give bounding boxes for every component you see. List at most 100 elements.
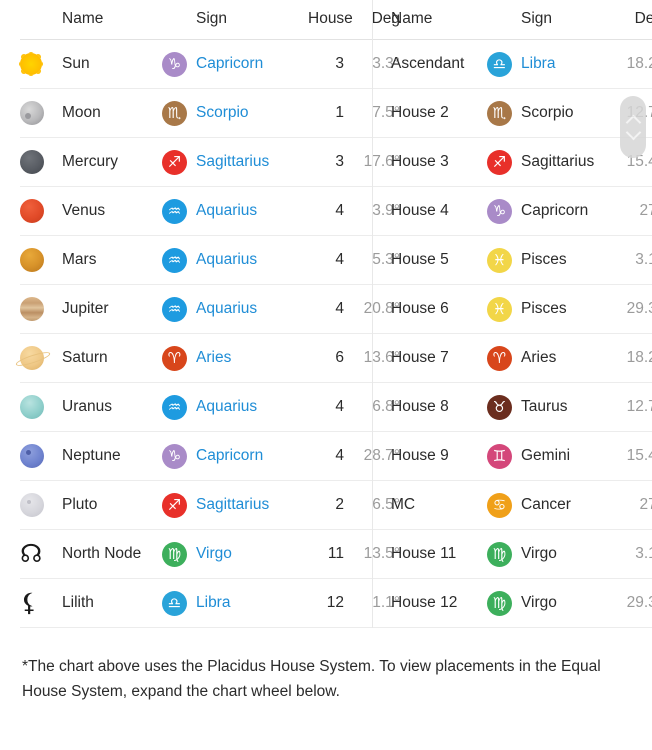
planet-name-cell: Lilith bbox=[62, 578, 162, 628]
gemini-icon: ♊ bbox=[487, 443, 512, 469]
sign-link[interactable]: Capricorn bbox=[196, 447, 263, 464]
planet-row[interactable]: Pluto ♐ Sagittarius 2 6.5° bbox=[20, 480, 414, 530]
libra-icon: ♎ bbox=[162, 590, 187, 616]
house-row[interactable]: Ascendant ♎ Libra 18.2° bbox=[391, 39, 652, 89]
sign-name-cell[interactable]: Libra bbox=[196, 578, 308, 628]
planet-icon-cell bbox=[20, 137, 62, 187]
sign-name-cell[interactable]: Sagittarius bbox=[196, 137, 308, 187]
house-row[interactable]: House 5 ♓ Pisces 3.1° bbox=[391, 235, 652, 285]
sign-name-cell[interactable]: Capricorn bbox=[196, 39, 308, 89]
sign-link[interactable]: Aquarius bbox=[196, 300, 257, 317]
sign-name-cell[interactable]: Aries bbox=[196, 333, 308, 383]
planet-name-cell: Pluto bbox=[62, 480, 162, 530]
sign-link[interactable]: Sagittarius bbox=[196, 153, 269, 170]
sign-link[interactable]: Aries bbox=[196, 349, 231, 366]
sign-link[interactable]: Scorpio bbox=[196, 104, 249, 121]
capricorn-icon: ♑ bbox=[487, 198, 512, 224]
house-number: 4 bbox=[335, 202, 344, 219]
degree-cell: 18.2° bbox=[607, 39, 652, 89]
sign-icon-cell: ♒ bbox=[162, 186, 196, 236]
house-row[interactable]: House 8 ♉ Taurus 12.7° bbox=[391, 382, 652, 432]
planet-icon-cell bbox=[20, 431, 62, 481]
house-name-cell: House 8 bbox=[391, 382, 487, 432]
planet-row[interactable]: Sun ♑ Capricorn 3 3.3° bbox=[20, 39, 414, 89]
degree-value: 27° bbox=[639, 202, 652, 219]
house-name-cell: House 11 bbox=[391, 529, 487, 579]
sign-name-cell[interactable]: Aquarius bbox=[196, 186, 308, 236]
sign-icon-cell: ♏ bbox=[487, 88, 521, 138]
sign-icon-cell: ♊ bbox=[487, 431, 521, 481]
house-number: 2 bbox=[335, 496, 344, 513]
sign-link[interactable]: Aquarius bbox=[196, 251, 257, 268]
degree-cell: 29.3° bbox=[607, 578, 652, 628]
sign-link[interactable]: Libra bbox=[196, 594, 230, 611]
sign-name-cell[interactable]: Aquarius bbox=[196, 235, 308, 285]
chevron-down-icon[interactable] bbox=[625, 124, 641, 140]
sign-link[interactable]: Sagittarius bbox=[196, 496, 269, 513]
houses-header-row: Name Sign Deg bbox=[391, 0, 652, 40]
planet-name: North Node bbox=[62, 544, 142, 562]
houses-header-name: Name bbox=[391, 0, 487, 40]
planet-row[interactable]: Moon ♏ Scorpio 1 7.5° bbox=[20, 88, 414, 138]
degree-cell: 15.4° bbox=[607, 431, 652, 481]
scroll-stepper[interactable] bbox=[620, 96, 646, 158]
planet-row[interactable]: Uranus ♒ Aquarius 4 6.8° bbox=[20, 382, 414, 432]
planet-row[interactable]: Venus ♒ Aquarius 4 3.9° bbox=[20, 186, 414, 236]
planet-name: Neptune bbox=[62, 447, 121, 464]
planet-icon-cell bbox=[20, 88, 62, 138]
house-row[interactable]: MC ♋ Cancer 27° bbox=[391, 480, 652, 530]
sign-name-cell[interactable]: Sagittarius bbox=[196, 480, 308, 530]
sign-icon-cell: ♐ bbox=[162, 137, 196, 187]
sign-icon-cell: ♐ bbox=[162, 480, 196, 530]
house-row[interactable]: House 11 ♍ Virgo 3.1° bbox=[391, 529, 652, 579]
house-row[interactable]: House 12 ♍ Virgo 29.3° bbox=[391, 578, 652, 628]
house-row[interactable]: House 9 ♊ Gemini 15.4° bbox=[391, 431, 652, 481]
house-name: House 5 bbox=[391, 251, 449, 268]
planet-row[interactable]: Saturn ♈ Aries 6 13.6° bbox=[20, 333, 414, 383]
sign-label: Cancer bbox=[521, 496, 571, 513]
house-row[interactable]: House 7 ♈ Aries 18.2° bbox=[391, 333, 652, 383]
house-name-cell: House 12 bbox=[391, 578, 487, 628]
planets-header-name: Name bbox=[62, 0, 162, 40]
planet-row[interactable]: Jupiter ♒ Aquarius 4 20.8° bbox=[20, 284, 414, 334]
house-row[interactable]: House 2♏Scorpio12.7° bbox=[391, 88, 652, 138]
sign-icon-cell: ♓ bbox=[487, 284, 521, 334]
house-name: MC bbox=[391, 496, 416, 513]
houses-table-body: Ascendant ♎ Libra 18.2° House 2 ♏ Scorpio 12.7°… bbox=[391, 39, 652, 628]
house-name-cell: House 2 bbox=[391, 88, 487, 138]
neptune-icon bbox=[20, 444, 44, 468]
planet-row[interactable]: ⚸ Lilith ♎ Libra 12 1.1° bbox=[20, 578, 414, 628]
sign-name-cell[interactable]: Aquarius bbox=[196, 284, 308, 334]
chart-tables: Name Sign House Deg Sun ♑ Capricorn 3 3.3° Mo… bbox=[0, 0, 652, 628]
houses-header-sign: Sign bbox=[521, 0, 607, 40]
planets-header-row: Name Sign House Deg bbox=[20, 0, 414, 40]
sign-name-cell: Scorpio bbox=[521, 88, 607, 138]
planet-icon-cell bbox=[20, 186, 62, 236]
aries-icon: ♈ bbox=[162, 345, 187, 371]
sign-link[interactable]: Aquarius bbox=[196, 202, 257, 219]
sign-name-cell[interactable]: Aquarius bbox=[196, 382, 308, 432]
planet-row[interactable]: Mercury ♐ Sagittarius 3 17.6° bbox=[20, 137, 414, 187]
house-row[interactable]: House 4 ♑ Capricorn 27° bbox=[391, 186, 652, 236]
house-number: 12 bbox=[326, 594, 344, 611]
house-row[interactable]: House 6 ♓ Pisces 29.3° bbox=[391, 284, 652, 334]
planet-row[interactable]: ☊ North Node ♍ Virgo 11 13.5° bbox=[20, 529, 414, 579]
scorpio-icon: ♏ bbox=[487, 100, 512, 126]
house-number: 4 bbox=[335, 447, 344, 464]
sign-link[interactable]: Virgo bbox=[196, 545, 232, 562]
sign-link[interactable]: Aquarius bbox=[196, 398, 257, 415]
planet-row[interactable]: Mars ♒ Aquarius 4 5.3° bbox=[20, 235, 414, 285]
sign-name-cell[interactable]: Scorpio bbox=[196, 88, 308, 138]
sign-label: Capricorn bbox=[521, 202, 589, 219]
sign-name-cell[interactable]: Libra bbox=[521, 39, 607, 89]
planet-icon-cell bbox=[20, 235, 62, 285]
sign-link[interactable]: Capricorn bbox=[196, 55, 263, 72]
planet-row[interactable]: Neptune ♑ Capricorn 4 28.7° bbox=[20, 431, 414, 481]
planet-icon-cell bbox=[20, 333, 62, 383]
house-row[interactable]: House 3♐Sagittarius15.4° bbox=[391, 137, 652, 187]
houses-header-sign-icon bbox=[487, 0, 521, 40]
sign-name-cell[interactable]: Capricorn bbox=[196, 431, 308, 481]
house-name: House 6 bbox=[391, 300, 449, 317]
sign-name-cell[interactable]: Virgo bbox=[196, 529, 308, 579]
sign-link[interactable]: Libra bbox=[521, 55, 555, 72]
